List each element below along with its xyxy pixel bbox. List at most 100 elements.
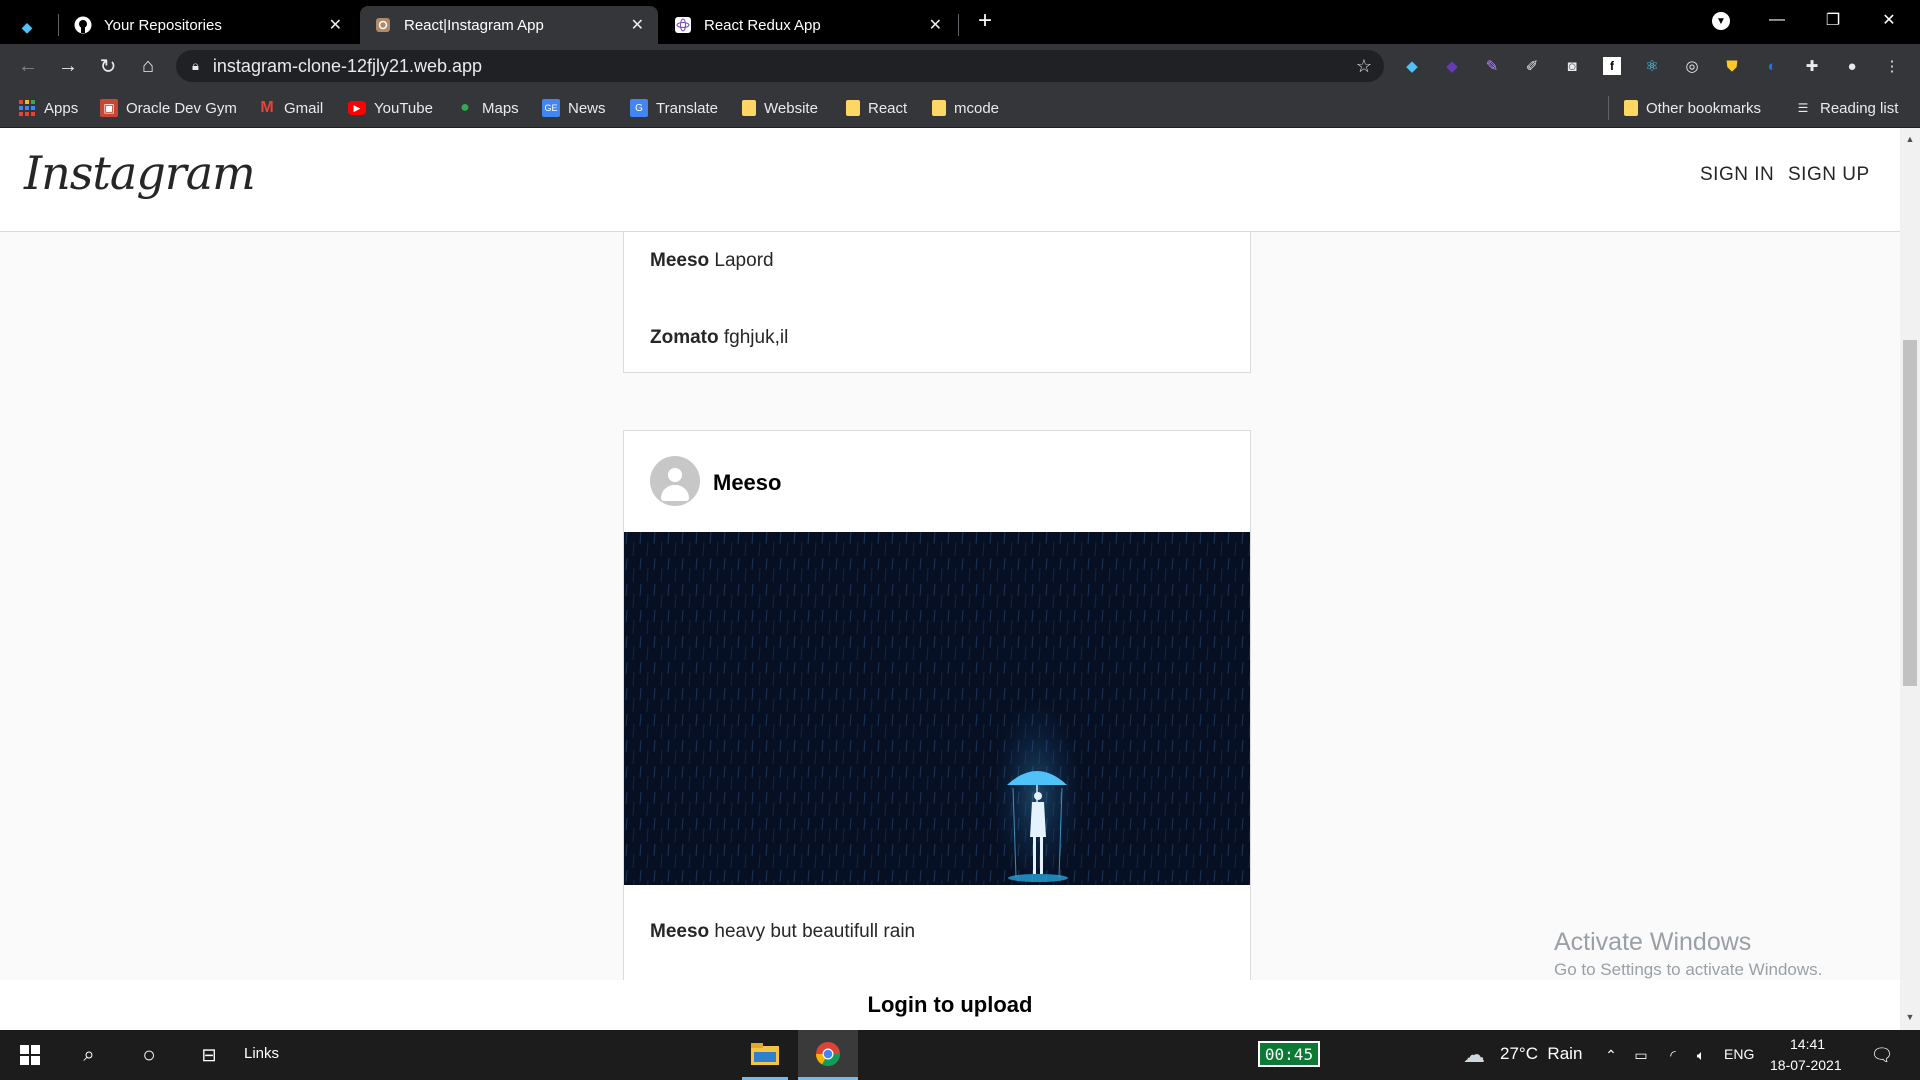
page-viewport: Instagram SIGN IN SIGN UP Meeso Lapord Z… [0,128,1900,1030]
bookmark-oracle-dev-gym[interactable]: ▣ Oracle Dev Gym [100,96,237,120]
font-extension-icon[interactable]: f [1600,54,1624,78]
bookmark-label: News [568,99,606,117]
wifi-icon[interactable]: ◜ [1660,1030,1686,1080]
rain-scene-image [624,532,1250,885]
bookmark-label: Gmail [284,99,324,117]
feather-extension-icon[interactable]: ✎ [1480,54,1504,78]
react-devtools-icon[interactable]: ⚛ [1640,54,1664,78]
restore-button[interactable]: ❐ [1806,0,1860,40]
windows-logo-icon [20,1045,40,1065]
sign-in-button[interactable]: SIGN IN [1700,164,1774,186]
cortana-icon[interactable]: ○ [124,1030,174,1080]
bookmark-apps[interactable]: Apps [18,96,78,120]
bookmark-label: Apps [44,99,79,117]
folder-icon [846,100,860,116]
instagram-logo[interactable]: Instagram [24,146,256,200]
profile-avatar-icon[interactable]: ● [1840,54,1864,78]
bookmark-news[interactable]: GE News [542,96,606,120]
forward-button[interactable]: → [54,52,82,80]
post-image[interactable] [624,532,1250,885]
battery-icon[interactable]: ▭ [1628,1030,1654,1080]
timer-widget[interactable]: 00:45 [1258,1041,1320,1067]
reading-list-button[interactable]: ☰ Reading list [1794,96,1899,120]
tab-your-repositories[interactable]: Your Repositories ✕ [60,6,356,44]
caption-username[interactable]: Meeso [650,921,709,942]
close-icon[interactable]: ✕ [329,15,342,35]
show-hidden-icons-icon[interactable]: ⌃ [1598,1030,1624,1080]
puzzle-extensions-icon[interactable]: ✚ [1800,54,1824,78]
close-window-button[interactable]: ✕ [1862,0,1916,40]
youtube-icon: ▶ [348,101,366,115]
url-text[interactable]: instagram-clone-12fjly21.web.app [213,56,482,77]
minimize-button[interactable]: — [1750,0,1804,40]
post-username[interactable]: Meeso [713,470,781,496]
menu-kebab-icon[interactable]: ⋮ [1880,54,1904,78]
tab-search-icon[interactable]: ◆ [18,8,48,46]
bookmark-other-bookmarks[interactable]: Other bookmarks [1624,96,1761,120]
sign-up-button[interactable]: SIGN UP [1788,164,1870,186]
app-header: Instagram SIGN IN SIGN UP [0,128,1900,232]
bookmark-folder-website[interactable]: Website [742,96,818,120]
target-extension-icon[interactable]: ◎ [1680,54,1704,78]
rain-cloud-icon: ☁ [1463,1042,1485,1067]
camera-extension-icon[interactable]: ◙ [1560,54,1584,78]
reading-list-icon: ☰ [1797,101,1809,115]
browser-tab-strip: ◆ Your Repositories ✕ React|Instagram Ap… [0,0,1920,44]
bookmark-translate[interactable]: G Translate [630,96,718,120]
chrome-taskbar-icon[interactable] [798,1030,858,1080]
clock-date[interactable]: 18-07-2021 [1770,1057,1842,1073]
scrollbar-thumb[interactable] [1903,340,1917,686]
tab-react-redux-app[interactable]: React Redux App ✕ [660,6,956,44]
bookmark-folder-mcode[interactable]: mcode [932,96,999,120]
home-button[interactable]: ⌂ [134,52,162,80]
address-bar[interactable]: 🔒︎ instagram-clone-12fjly21.web.app ☆ [176,50,1384,82]
bookmark-label: YouTube [374,99,433,117]
layers-extension-icon[interactable]: ◆ [1440,54,1464,78]
notifications-icon[interactable]: 🗨︎ [1862,1030,1902,1080]
folder-icon [932,100,946,116]
back-button[interactable]: ← [14,52,42,80]
language-indicator[interactable]: ENG [1724,1046,1754,1062]
bookmark-label: mcode [954,99,1000,117]
clock-time[interactable]: 14:41 [1790,1036,1825,1052]
file-explorer-icon[interactable] [742,1030,788,1080]
gem-extension-icon[interactable]: ◆ [1400,54,1424,78]
tab-title: Your Repositories [104,16,222,34]
lock-icon[interactable]: 🔒︎ [192,58,199,74]
bookmark-star-icon[interactable]: ☆ [1356,56,1372,77]
task-view-icon[interactable]: ⊟ [184,1030,234,1080]
pen-extension-icon[interactable]: ✐ [1520,54,1544,78]
comment-username[interactable]: Zomato [650,327,719,348]
close-icon[interactable]: ✕ [929,15,942,35]
bookmark-maps[interactable]: ● Maps [456,96,519,120]
weather-text[interactable]: 27°C Rain [1500,1044,1582,1064]
bookmark-folder-react[interactable]: React [846,96,907,120]
reload-button[interactable]: ↻ [94,52,122,80]
tab-react-instagram-app[interactable]: React|Instagram App ✕ [360,6,658,44]
apps-grid-icon [18,99,36,117]
tab-search-dropdown-icon[interactable]: ▼ [1712,12,1730,30]
gmail-icon: M [260,99,274,116]
news-icon: GE [542,99,560,117]
search-icon[interactable]: ⌕ [64,1030,114,1080]
bookmark-label: Oracle Dev Gym [126,99,237,117]
scroll-down-arrow-icon[interactable]: ▼ [1904,1012,1916,1024]
shield-extension-icon[interactable]: ⛊ [1720,54,1744,78]
new-tab-button[interactable]: + [970,6,1000,36]
comment-text: fghjuk,il [723,327,789,348]
volume-icon[interactable]: 🔈︎ [1688,1030,1714,1080]
activate-windows-subtitle: Go to Settings to activate Windows. [1554,960,1823,979]
start-button[interactable] [0,1030,60,1080]
close-icon[interactable]: ✕ [631,15,644,35]
windows-taskbar: ⌕ ○ ⊟ Links 00:45 ☁ 27°C Rain ⌃ ▭ ◜ 🔈︎ E… [0,1030,1920,1080]
share-extension-icon[interactable]: ◐ [1760,54,1784,78]
comment-username[interactable]: Meeso [650,250,709,271]
bookmark-youtube[interactable]: ▶ YouTube [348,96,433,120]
post-caption: Meeso heavy but beautifull rain [650,921,915,943]
avatar[interactable] [650,456,700,506]
links-toolbar-label[interactable]: Links [244,1045,279,1062]
avatar-head [668,468,682,482]
scroll-up-arrow-icon[interactable]: ▲ [1904,134,1916,146]
bookmarks-separator [1608,96,1609,120]
bookmark-gmail[interactable]: M Gmail [258,96,323,120]
